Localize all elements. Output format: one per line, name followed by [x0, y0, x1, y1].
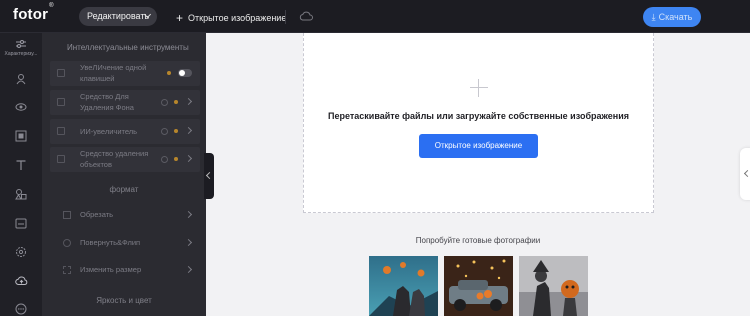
brightness-section-title: Яркость и цвет [96, 296, 152, 305]
edit-mode-dropdown[interactable]: Редактировать [79, 7, 157, 26]
rail-settings[interactable] [0, 246, 42, 258]
frame-icon [15, 130, 27, 142]
help-icon[interactable] [161, 156, 168, 163]
rail-beauty[interactable] [0, 73, 42, 85]
smart-tools-title: Интеллектуальные инструменты [67, 43, 189, 52]
open-image-top-button[interactable]: + Открытое изображение [176, 10, 287, 25]
rail-cloud[interactable] [0, 275, 42, 286]
drop-zone[interactable]: Перетаскивайте файлы или загружайте собс… [303, 33, 654, 213]
text-icon [16, 160, 26, 170]
premium-dot [174, 157, 178, 161]
download-button[interactable]: ⤓ Скачать [643, 7, 701, 27]
plus-icon [470, 79, 488, 97]
magic-wand-icon [57, 69, 65, 77]
sample-photo-3[interactable] [519, 256, 588, 316]
tool-one-tap-enhance[interactable]: УвеЛИчение одной клавишей [50, 61, 200, 86]
top-bar: fotor® Редактировать + Открытое изображен… [0, 0, 750, 33]
rail-elements[interactable] [0, 188, 42, 200]
rail-adjust[interactable]: Характеризу... [0, 39, 42, 57]
sample-photo-2[interactable] [444, 256, 513, 316]
person-icon [16, 74, 26, 85]
rail-frames[interactable] [0, 130, 42, 142]
more-icon [15, 303, 27, 315]
tool-label: УвеЛИчение одной клавишей [80, 63, 147, 83]
tool-label: Средство Для Удаления Фона [80, 92, 134, 112]
cloud-upload-icon [14, 276, 27, 285]
rail-text[interactable] [0, 159, 42, 171]
resize-icon [63, 266, 71, 274]
chevron-right-icon [184, 154, 193, 163]
one-tap-enhance-toggle[interactable] [178, 69, 192, 77]
elements-icon [15, 189, 27, 200]
premium-dot [174, 100, 178, 104]
fotor-logo[interactable]: fotor® [13, 3, 54, 23]
rotate-icon [63, 239, 71, 247]
gear-icon [16, 247, 26, 257]
help-icon[interactable] [161, 99, 168, 106]
tool-background-remover[interactable]: Средство Для Удаления Фона [50, 90, 200, 115]
expand-right-panel-tab[interactable] [740, 148, 750, 200]
tool-object-remover[interactable]: Средство удаления объектов [50, 147, 200, 172]
premium-dot [167, 71, 171, 75]
tool-label: ИИ-увеличитель [80, 127, 138, 136]
sample-photo-1[interactable] [369, 256, 438, 316]
eraser-icon [57, 155, 65, 163]
help-icon[interactable] [161, 128, 168, 135]
tool-panel: Интеллектуальные инструменты УвеЛИчение … [42, 33, 206, 316]
format-section-title: формат [109, 185, 139, 194]
open-image-top-label: Открытое изображение [188, 13, 287, 23]
download-label: Скачать [658, 12, 693, 22]
edit-mode-label: Редактировать [87, 11, 150, 21]
format-item-label: Повернуть&Флип [80, 238, 141, 247]
format-resize[interactable]: Изменить размер [50, 259, 200, 281]
sliders-icon [16, 40, 26, 48]
crop-icon [63, 211, 71, 219]
premium-dot [174, 129, 178, 133]
eye-icon [15, 103, 27, 111]
collapse-panel-tab[interactable] [204, 153, 214, 199]
upload-icon [15, 218, 27, 229]
chevron-right-icon [184, 210, 193, 219]
open-image-button[interactable]: Открытое изображение [419, 134, 538, 158]
chevron-right-icon [184, 265, 193, 274]
rail-uploads[interactable] [0, 217, 42, 229]
download-icon: ⤓ [651, 12, 656, 22]
format-item-label: Обрезать [80, 210, 114, 219]
sample-photos-title: Попробуйте готовые фотографии [415, 236, 541, 245]
plus-icon: + [176, 11, 184, 25]
canvas-area: Перетаскивайте файлы или загружайте собс… [206, 33, 750, 316]
background-remover-icon [57, 98, 65, 106]
tool-ai-enlarger[interactable]: ИИ-увеличитель [50, 119, 200, 144]
chevron-right-icon [184, 126, 193, 135]
rail-effects[interactable] [0, 101, 42, 113]
format-crop[interactable]: Обрезать [50, 204, 200, 226]
drop-zone-text: Перетаскивайте файлы или загружайте собс… [328, 111, 629, 121]
format-rotate-flip[interactable]: Повернуть&Флип [50, 232, 200, 254]
chevron-right-icon [184, 97, 193, 106]
chevron-right-icon [184, 238, 193, 247]
format-item-label: Изменить размер [80, 265, 142, 274]
cloud-icon[interactable] [299, 11, 313, 21]
tool-label: Средство удаления объектов [80, 149, 149, 169]
rail-adjust-label: Характеризу... [4, 51, 38, 57]
toolbar-divider [285, 10, 286, 24]
registered-mark: ® [49, 3, 54, 9]
enlarge-icon [57, 127, 65, 135]
tool-rail: Характеризу... [0, 33, 42, 316]
rail-more[interactable] [0, 303, 42, 315]
